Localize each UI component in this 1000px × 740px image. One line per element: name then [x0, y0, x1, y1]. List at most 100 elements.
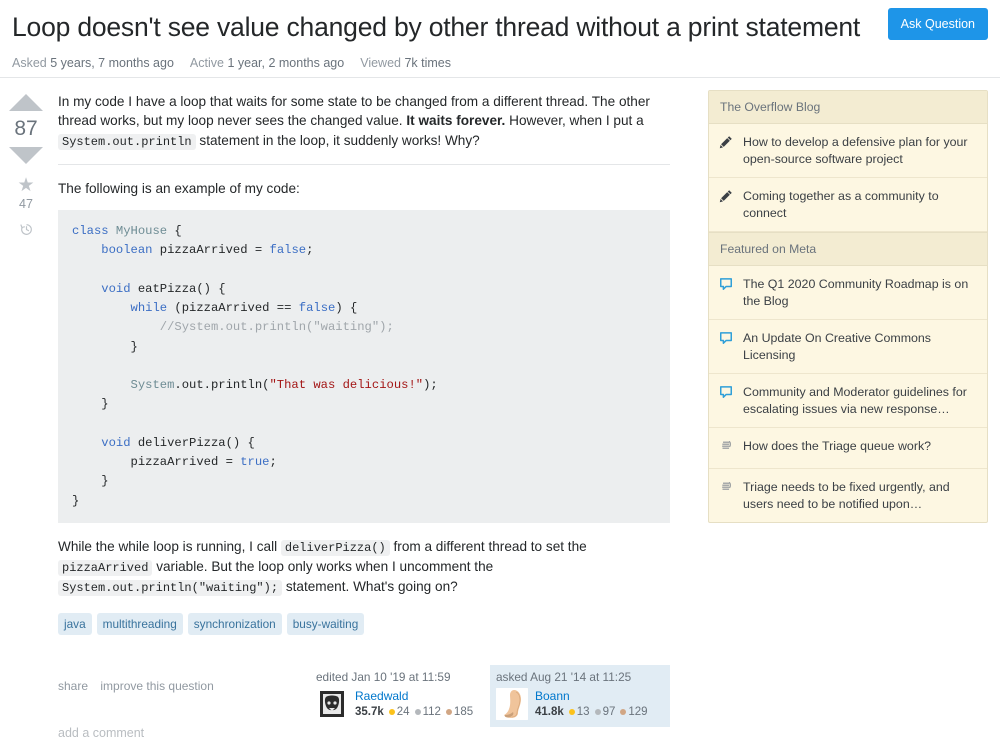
- sidebar-column: The Overflow Blog How to develop a defen…: [700, 78, 1000, 727]
- viewed-stat: Viewed 7k times: [360, 56, 451, 70]
- sidebar-item-label: Community and Moderator guidelines for e…: [743, 385, 967, 416]
- sidebar-item-meta-1[interactable]: The Q1 2020 Community Roadmap is on the …: [709, 266, 987, 320]
- para3-text-b: from a different thread to set the: [389, 538, 587, 554]
- asker-gold-count: 13: [576, 706, 590, 719]
- editor-gold-count: 24: [396, 706, 410, 719]
- pencil-icon: [719, 134, 735, 154]
- favorite-count: 47: [19, 197, 33, 211]
- tag-busy-waiting[interactable]: busy-waiting: [286, 613, 365, 636]
- improve-question-link[interactable]: improve this question: [100, 679, 213, 693]
- question-stats: Asked 5 years, 7 months ago Active 1 yea…: [12, 56, 988, 70]
- asker-silver-count: 97: [602, 706, 616, 719]
- editor-info: Raedwald 35.7k 24 112 185: [355, 688, 473, 721]
- stack-icon: [719, 438, 735, 458]
- sidebar-item-meta-2[interactable]: An Update On Creative Commons Licensing: [709, 320, 987, 374]
- post-action-links: share improve this question: [58, 665, 310, 693]
- question-header: Loop doesn't see value changed by other …: [0, 0, 1000, 78]
- sidebar-item-blog-2[interactable]: Coming together as a community to connec…: [709, 178, 987, 232]
- para3-text-a: While the while loop is running, I call: [58, 538, 281, 554]
- inline-code-println-waiting: System.out.println("waiting");: [58, 579, 283, 596]
- downvote-button[interactable]: [9, 147, 43, 164]
- active-value: 1 year, 2 months ago: [227, 55, 345, 70]
- tag-java[interactable]: java: [58, 613, 92, 636]
- viewed-value: 7k times: [404, 55, 452, 70]
- divider: [58, 163, 670, 165]
- sidebar-item-label: The Q1 2020 Community Roadmap is on the …: [743, 277, 969, 308]
- asker-reputation-line: 41.8k 13 97 129: [535, 706, 648, 718]
- sidebar-item-meta-5[interactable]: Triage needs to be fixed urgently, and u…: [709, 469, 987, 522]
- stack-icon: [719, 479, 735, 499]
- bronze-badge-icon: [445, 709, 452, 716]
- sidebar-header-featured-on-meta: Featured on Meta: [709, 232, 987, 266]
- sidebar-item-label: How does the Triage queue work?: [743, 439, 932, 453]
- history-icon[interactable]: [0, 222, 52, 242]
- asker-username[interactable]: Boann: [535, 688, 648, 704]
- edited-timestamp: edited Jan 10 '19 at 11:59: [316, 670, 451, 685]
- sidebar-item-label: An Update On Creative Commons Licensing: [743, 331, 932, 362]
- asked-stat: Asked 5 years, 7 months ago: [12, 56, 174, 70]
- vote-cell: 87 ★ 47: [0, 92, 52, 727]
- editor-reputation-line: 35.7k 24 112 185: [355, 706, 473, 718]
- share-link[interactable]: share: [58, 679, 88, 693]
- active-label: Active: [189, 55, 224, 70]
- avatar[interactable]: [316, 688, 348, 721]
- inline-code-deliverpizza: deliverPizza(): [280, 539, 390, 556]
- sidebar: The Overflow Blog How to develop a defen…: [708, 90, 988, 523]
- speech-bubble-icon: [719, 384, 735, 404]
- asked-label: Asked: [12, 55, 47, 70]
- inline-code-println: System.out.println: [58, 133, 196, 150]
- asked-timestamp: asked Aug 21 '14 at 11:25: [496, 670, 632, 685]
- vote-count: 87: [14, 117, 38, 140]
- tag-list: java multithreading synchronization busy…: [58, 613, 670, 636]
- question-post: 87 ★ 47 In my code I have a loop that wa…: [0, 78, 700, 727]
- editor-row: Raedwald 35.7k 24 112 185: [316, 688, 484, 721]
- post-footer: share improve this question edited Jan 1…: [58, 665, 670, 727]
- paragraph-intro: In my code I have a loop that waits for …: [58, 92, 670, 151]
- pencil-icon: [719, 188, 735, 208]
- title-row: Loop doesn't see value changed by other …: [12, 10, 988, 46]
- question-column: 87 ★ 47 In my code I have a loop that wa…: [0, 78, 700, 740]
- active-stat: Active 1 year, 2 months ago: [190, 56, 344, 70]
- silver-badge-icon: [594, 709, 601, 716]
- star-icon[interactable]: ★: [0, 176, 52, 195]
- tag-multithreading[interactable]: multithreading: [96, 613, 183, 636]
- para1-bold: It waits forever.: [406, 113, 506, 129]
- sidebar-item-label: Coming together as a community to connec…: [743, 189, 939, 220]
- asker-row: Boann 41.8k 13 97 129: [496, 688, 664, 721]
- paragraph-example-lead: The following is an example of my code:: [58, 180, 300, 196]
- code-block-java: class MyHouse { boolean pizzaArrived = f…: [58, 209, 670, 523]
- ask-question-button[interactable]: Ask Question: [887, 8, 988, 40]
- paragraph-explanation: While the while loop is running, I call …: [58, 537, 670, 597]
- avatar[interactable]: [496, 688, 528, 721]
- editor-reputation: 35.7k: [355, 706, 384, 719]
- add-comment-link[interactable]: add a comment: [58, 726, 144, 740]
- editor-silver-count: 112: [422, 706, 441, 719]
- speech-bubble-icon: [719, 276, 735, 296]
- para1-text-b: However, when I put a: [505, 113, 644, 129]
- main-content: 87 ★ 47 In my code I have a loop that wa…: [0, 78, 1000, 740]
- viewed-label: Viewed: [360, 55, 401, 70]
- sidebar-item-meta-4[interactable]: How does the Triage queue work?: [709, 428, 987, 469]
- speech-bubble-icon: [719, 330, 735, 350]
- gold-badge-icon: [568, 709, 575, 716]
- asker-bronze-count: 129: [628, 706, 648, 719]
- gold-badge-icon: [388, 709, 395, 716]
- sidebar-item-meta-3[interactable]: Community and Moderator guidelines for e…: [709, 374, 987, 428]
- inline-code-pizzaarrived: pizzaArrived: [58, 559, 153, 576]
- silver-badge-icon: [414, 709, 421, 716]
- asker-reputation: 41.8k: [535, 706, 564, 719]
- bronze-badge-icon: [620, 709, 627, 716]
- page-title: Loop doesn't see value changed by other …: [12, 12, 861, 42]
- sidebar-item-blog-1[interactable]: How to develop a defensive plan for your…: [709, 124, 987, 178]
- editor-user-card: edited Jan 10 '19 at 11:59 Raedwald 35.7…: [310, 665, 490, 727]
- asker-info: Boann 41.8k 13 97 129: [535, 688, 648, 721]
- upvote-button[interactable]: [9, 94, 43, 111]
- para3-text-d: statement. What's going on?: [282, 578, 458, 594]
- asked-value: 5 years, 7 months ago: [50, 55, 174, 70]
- tag-synchronization[interactable]: synchronization: [187, 613, 282, 636]
- sidebar-item-label: Triage needs to be fixed urgently, and u…: [743, 480, 950, 511]
- sidebar-item-label: How to develop a defensive plan for your…: [743, 135, 968, 166]
- post-body: In my code I have a loop that waits for …: [52, 92, 700, 727]
- editor-username[interactable]: Raedwald: [355, 688, 473, 704]
- para1-text-c: statement in the loop, it suddenly works…: [195, 132, 480, 148]
